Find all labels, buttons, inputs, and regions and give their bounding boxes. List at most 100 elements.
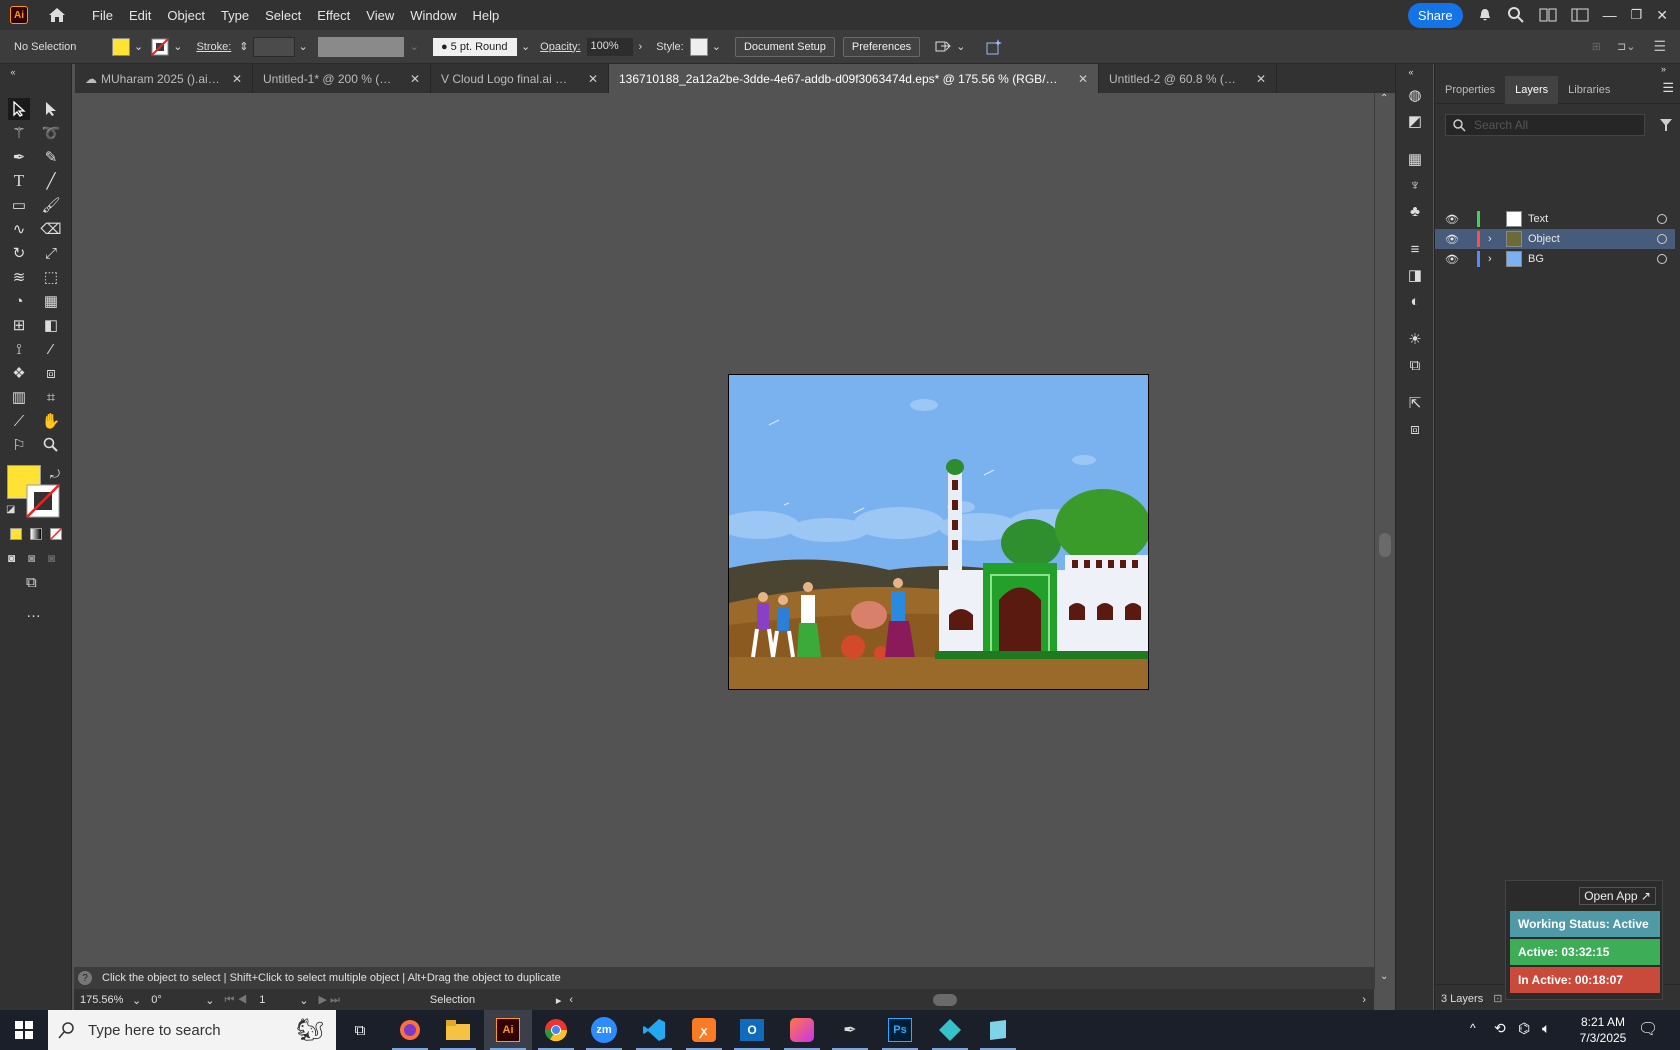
pen-app-icon[interactable]: ✒	[826, 1010, 874, 1050]
menu-help[interactable]: Help	[464, 8, 507, 23]
slice-tool-icon[interactable]: ⌗	[40, 386, 62, 408]
chevron-down-icon[interactable]: ⌄	[521, 40, 530, 53]
chevron-down-icon[interactable]: ⌄	[173, 40, 182, 53]
paintbrush-icon[interactable]: 🖌	[40, 194, 62, 216]
artboard-number-field[interactable]: 1	[259, 994, 299, 1006]
pen-tool-icon[interactable]: ✒	[8, 146, 30, 168]
photoshop-icon[interactable]: Ps	[876, 1010, 924, 1050]
more-tools-icon[interactable]: …	[26, 604, 41, 621]
windows-start-icon[interactable]	[0, 1010, 48, 1050]
column-graph-icon[interactable]: ▥	[8, 386, 30, 408]
scale-tool-icon[interactable]: ⤢	[40, 242, 62, 264]
lasso-icon[interactable]: ➰	[40, 122, 62, 144]
layer-name[interactable]: BG	[1528, 253, 1657, 265]
document-tab[interactable]: Untitled-2 @ 60.8 % (CMYK/... ✕	[1099, 64, 1277, 93]
panel-tab-libraries[interactable]: Libraries	[1558, 76, 1620, 104]
gradient-panel-icon[interactable]: ◨	[1404, 264, 1426, 286]
scroll-right-icon[interactable]: ›	[1362, 994, 1366, 1006]
locate-object-icon[interactable]: ⊡	[1493, 992, 1502, 1005]
gradient-tool-icon[interactable]: ◧	[40, 314, 62, 336]
screen-mode-icon[interactable]: ⧉	[26, 574, 37, 591]
graphic-style-swatch[interactable]	[689, 37, 708, 56]
home-icon[interactable]	[46, 4, 68, 26]
close-tab-icon[interactable]: ✕	[232, 72, 242, 86]
search-icon[interactable]	[1507, 6, 1525, 24]
chevron-down-icon[interactable]: ⌄	[205, 994, 214, 1007]
draw-inside-icon[interactable]: ◙	[48, 551, 55, 565]
puppet-warp-icon[interactable]: ⚐	[8, 434, 30, 456]
horizontal-scroll-thumb[interactable]	[933, 994, 958, 1006]
draw-normal-icon[interactable]: ◙	[8, 551, 15, 565]
opacity-field[interactable]: 100%	[586, 37, 633, 56]
type-tool-icon[interactable]: T	[8, 170, 30, 192]
task-view-icon[interactable]: ⧉	[336, 1010, 384, 1050]
share-button[interactable]: Share	[1407, 2, 1463, 28]
volume-icon[interactable]: 🔈︎	[1542, 1020, 1550, 1037]
status-menu-icon[interactable]: ▸	[556, 994, 562, 1007]
magic-wand-icon[interactable]: ⚚	[8, 122, 30, 144]
chevron-down-icon[interactable]: ⌄	[712, 40, 721, 53]
close-tab-icon[interactable]: ✕	[410, 72, 420, 86]
none-mode-icon[interactable]	[49, 527, 63, 541]
xampp-icon[interactable]: ꭗ	[680, 1010, 728, 1050]
arrange-documents-icon[interactable]	[1539, 8, 1557, 22]
panel-menu-icon[interactable]: ☰	[1662, 80, 1674, 96]
artboard-tool-icon[interactable]: ⧈	[40, 362, 62, 384]
transparency-icon[interactable]: ◐	[1404, 290, 1426, 312]
canvas-area[interactable]	[74, 93, 1374, 967]
swap-colors-icon[interactable]: ⤾	[50, 467, 60, 482]
menu-effect[interactable]: Effect	[309, 8, 358, 23]
collapse-icon[interactable]: »	[1661, 64, 1666, 74]
panel-tab-layers[interactable]: Layers	[1505, 75, 1559, 104]
scroll-down-icon[interactable]: ⌄	[1380, 971, 1388, 982]
layer-row[interactable]: 👁︎ Text	[1435, 209, 1675, 229]
stroke-panel-icon[interactable]: ≡	[1404, 238, 1426, 260]
warp-tool-icon[interactable]: ≋	[8, 266, 30, 288]
rotate-tool-icon[interactable]: ↻	[8, 242, 30, 264]
outlook-icon[interactable]: O	[728, 1010, 776, 1050]
chevron-right-icon[interactable]: ›	[639, 41, 643, 53]
align-icon[interactable]: ⊞	[1592, 40, 1601, 53]
illustrator-taskbar-icon[interactable]: Ai	[484, 1010, 532, 1050]
open-app-button[interactable]: Open App ↗	[1579, 887, 1656, 905]
file-explorer-icon[interactable]	[434, 1010, 482, 1050]
notes-app-icon[interactable]	[974, 1010, 1022, 1050]
bell-icon[interactable]	[1477, 7, 1493, 23]
minimize-icon[interactable]: —	[1603, 7, 1617, 23]
menu-type[interactable]: Type	[213, 8, 257, 23]
chevron-down-icon[interactable]: ⌄	[299, 994, 308, 1007]
document-tab[interactable]: Untitled-1* @ 200 % (RGB/C... ✕	[253, 64, 431, 93]
scroll-up-icon[interactable]: ⌃	[1380, 93, 1388, 104]
taskbar-search[interactable]: Type here to search 🐿	[48, 1010, 336, 1050]
perspective-grid-icon[interactable]: ▦	[40, 290, 62, 312]
arrange-icon[interactable]	[934, 39, 952, 55]
transform-icon[interactable]: ⊐⌄	[1617, 40, 1635, 53]
visibility-eye-icon[interactable]: 👁︎	[1445, 213, 1459, 226]
close-tab-icon[interactable]: ✕	[1078, 72, 1088, 86]
layer-name[interactable]: Text	[1528, 213, 1657, 225]
knife-icon[interactable]: ⟋	[8, 410, 30, 432]
wifi-icon[interactable]: ⌬	[1518, 1020, 1530, 1037]
chevron-up-icon[interactable]: ^	[1470, 1021, 1476, 1035]
stroke-none-swatch[interactable]	[151, 37, 169, 56]
collapse-icon[interactable]: «	[6, 66, 20, 78]
expand-chevron-icon[interactable]: ›	[1488, 253, 1498, 265]
zoom-app-icon[interactable]: zm	[580, 1010, 628, 1050]
layer-row[interactable]: 👁︎ › BG	[1435, 249, 1675, 269]
visibility-eye-icon[interactable]: 👁︎	[1445, 253, 1459, 266]
scroll-thumb[interactable]	[1379, 533, 1391, 557]
export-icon[interactable]: ⇱	[1404, 392, 1426, 414]
rectangle-tool-icon[interactable]: ▭	[8, 194, 30, 216]
recolor-icon[interactable]	[985, 38, 1003, 56]
direct-selection-tool-icon[interactable]	[40, 98, 62, 120]
chevron-down-icon[interactable]: ⌄	[410, 40, 419, 53]
filter-icon[interactable]	[1659, 118, 1673, 132]
expand-panels-icon[interactable]: «	[1404, 66, 1418, 78]
menu-edit[interactable]: Edit	[121, 8, 159, 23]
menu-file[interactable]: File	[84, 8, 121, 23]
vertical-scrollbar[interactable]: ⌃ ⌄	[1374, 93, 1395, 989]
draw-behind-icon[interactable]: ◙	[28, 551, 35, 565]
visibility-eye-icon[interactable]: 👁︎	[1445, 233, 1459, 246]
eraser-icon[interactable]: ⌫	[40, 218, 62, 240]
layer-search-field[interactable]: Search All	[1445, 114, 1645, 136]
